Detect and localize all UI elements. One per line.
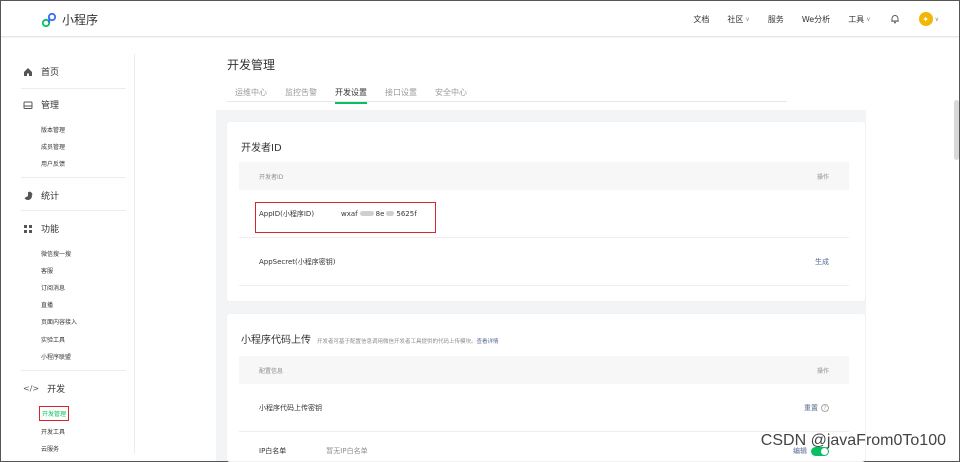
sidebar-item-manage[interactable]: 管理 <box>23 98 59 111</box>
sidebar-sub-union[interactable]: 小程序联盟 <box>41 352 71 361</box>
sidebar-item-dev[interactable]: </> 开发 <box>23 382 66 396</box>
nav-we-analysis[interactable]: We分析 <box>802 14 830 25</box>
reset-key-link[interactable]: 重置 <box>804 404 818 412</box>
code-upload-title-row: 小程序代码上传 开发者可基于配置信息调用微信开发者工具提供的代码上传模块。 查看… <box>241 331 499 346</box>
scrollbar[interactable] <box>954 100 959 160</box>
generate-secret-link[interactable]: 生成 <box>815 257 829 267</box>
chevron-down-icon: ∨ <box>745 15 750 23</box>
sidebar-sub-members[interactable]: 成员管理 <box>41 142 65 151</box>
grid-icon <box>24 224 32 233</box>
top-nav: 文档 社区 ∨ 服务 We分析 工具 ∨ ✦ ∨ <box>693 1 939 37</box>
sidebar-border <box>134 54 135 454</box>
sidebar-sub-customer-service[interactable]: 客服 <box>41 266 53 275</box>
sidebar-sub-dev-tools[interactable]: 开发工具 <box>41 427 65 436</box>
watermark-text: CSDN @javaFrom0To100 <box>760 432 946 449</box>
reset-key-action[interactable]: 重置? <box>804 403 829 413</box>
code-upload-table-head: 配置信息 操作 <box>239 356 849 384</box>
manage-icon <box>23 101 33 109</box>
avatar: ✦ <box>918 12 933 26</box>
bell-icon[interactable] <box>889 13 901 25</box>
nav-service[interactable]: 服务 <box>768 14 784 25</box>
developer-id-card: 开发者ID 开发者ID 操作 AppID(小程序ID) wxaf 8e 5625f … <box>227 122 865 301</box>
tabs-divider <box>227 101 787 102</box>
sidebar-sub-subscribe-msg[interactable]: 订阅消息 <box>41 283 65 292</box>
ip-whitelist-value: 暂无IP白名单 <box>326 447 368 455</box>
upload-key-row: 小程序代码上传密钥 重置? <box>239 384 849 432</box>
sidebar-divider <box>21 370 126 371</box>
sidebar-item-stats[interactable]: 统计 <box>23 189 59 202</box>
nav-community-label: 社区 <box>727 14 744 24</box>
sidebar-item-label: 统计 <box>41 192 60 202</box>
sidebar: 首页 管理 版本管理 成员管理 用户反馈 统计 功能 微信搜一搜 客服 订阅消息… <box>1 38 136 461</box>
upload-key-label: 小程序代码上传密钥 <box>259 403 322 412</box>
sidebar-item-label: 开发 <box>47 385 66 395</box>
sidebar-sub-search[interactable]: 微信搜一搜 <box>41 249 71 258</box>
pie-chart-icon <box>24 191 33 200</box>
help-icon[interactable]: ? <box>821 404 829 412</box>
page-title: 开发管理 <box>227 58 276 72</box>
chevron-down-icon: ∨ <box>866 15 871 23</box>
sidebar-item-label: 首页 <box>41 68 60 78</box>
sidebar-item-label: 功能 <box>41 225 60 235</box>
sidebar-sub-page-content[interactable]: 页面内容接入 <box>41 317 77 326</box>
code-upload-desc: 开发者可基于配置信息调用微信开发者工具提供的代码上传模块。 <box>317 339 477 345</box>
ip-whitelist-info: IP白名单 暂无IP白名单 <box>259 446 368 456</box>
sidebar-item-home[interactable]: 首页 <box>23 65 59 78</box>
column-header: 操作 <box>816 367 829 375</box>
top-bar: 小程序 文档 社区 ∨ 服务 We分析 工具 ∨ ✦ ∨ <box>1 1 959 37</box>
column-header: 开发者ID <box>259 173 284 181</box>
logo-text: 小程序 <box>62 13 99 27</box>
nav-tools-label: 工具 <box>848 14 865 24</box>
code-icon: </> <box>23 383 40 393</box>
nav-community[interactable]: 社区 ∨ <box>727 14 749 25</box>
sidebar-sub-dev-manage[interactable]: 开发管理 <box>39 406 70 421</box>
sidebar-sub-feedback[interactable]: 用户反馈 <box>41 159 65 168</box>
main-content: 开发管理 运维中心 监控告警 开发设置 接口设置 安全中心 开发者ID 开发者I… <box>136 38 959 461</box>
sidebar-sub-experiment[interactable]: 实验工具 <box>41 335 65 344</box>
ip-whitelist-label: IP白名单 <box>259 447 287 455</box>
sidebar-divider <box>21 177 126 178</box>
appid-highlight <box>255 202 436 233</box>
sidebar-sub-version[interactable]: 版本管理 <box>41 125 65 134</box>
sidebar-item-label: 管理 <box>41 101 60 111</box>
sidebar-sub-cloud[interactable]: 云服务 <box>41 444 59 453</box>
column-header: 配置信息 <box>259 367 284 375</box>
logo[interactable]: 小程序 <box>41 11 98 28</box>
appsecret-row: AppSecret(小程序密钥) 生成 <box>239 238 849 286</box>
view-details-link[interactable]: 查看详情 <box>477 337 499 345</box>
chevron-down-icon: ∨ <box>934 15 939 23</box>
account-menu[interactable]: ✦ ∨ <box>918 12 939 26</box>
sidebar-sub-live[interactable]: 直播 <box>41 300 53 309</box>
nav-docs[interactable]: 文档 <box>693 14 709 25</box>
column-header: 操作 <box>816 173 829 181</box>
ip-whitelist-row: IP白名单 暂无IP白名单 编辑 <box>239 432 849 461</box>
code-upload-title: 小程序代码上传 <box>241 335 311 346</box>
home-icon <box>24 67 32 76</box>
appsecret-label: AppSecret(小程序密钥) <box>259 257 336 266</box>
miniprogram-logo-icon <box>41 12 57 27</box>
sidebar-divider <box>21 210 126 211</box>
sidebar-item-features[interactable]: 功能 <box>23 222 59 235</box>
sidebar-divider <box>21 88 126 89</box>
developer-id-title: 开发者ID <box>241 143 282 154</box>
nav-tools[interactable]: 工具 ∨ <box>848 14 870 25</box>
developer-id-table-head: 开发者ID 操作 <box>239 162 849 190</box>
